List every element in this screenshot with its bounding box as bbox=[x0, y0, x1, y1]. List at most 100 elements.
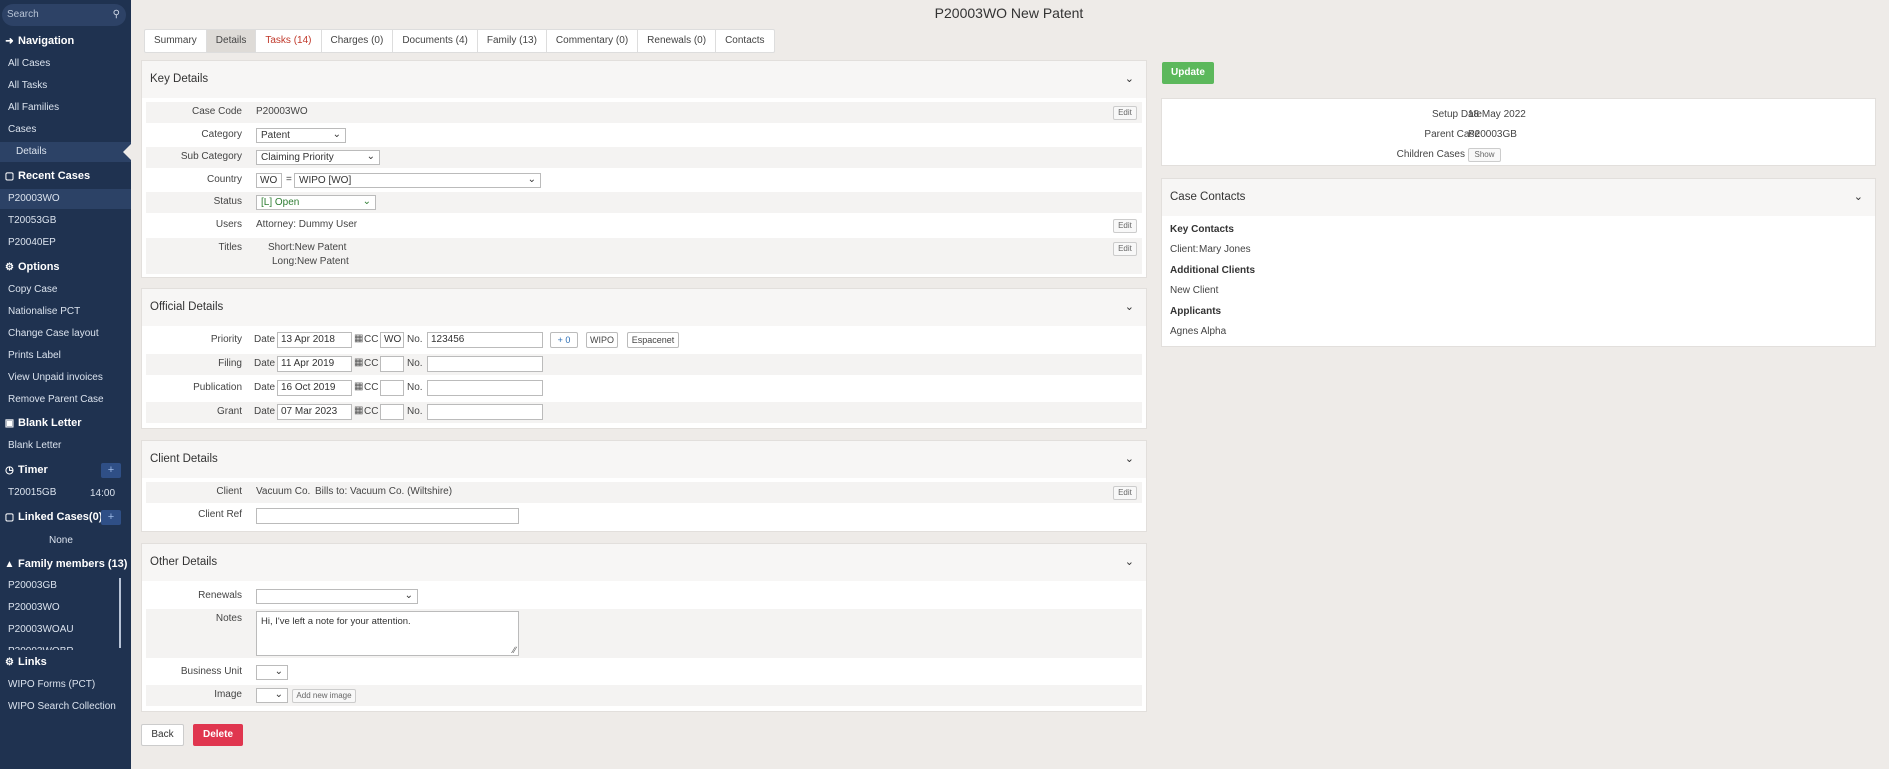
link-item[interactable]: WIPO Search Collection bbox=[0, 697, 131, 717]
calendar-icon[interactable]: ▦ bbox=[354, 357, 363, 368]
family-scrollbar[interactable] bbox=[119, 578, 121, 648]
client-ref-input[interactable] bbox=[256, 508, 519, 524]
tab-tasks[interactable]: Tasks (14) bbox=[256, 30, 322, 52]
nav-all-cases[interactable]: All Cases bbox=[0, 54, 131, 74]
date-input[interactable]: 07 Mar 2023 bbox=[277, 404, 352, 420]
option-item[interactable]: View Unpaid invoices bbox=[0, 368, 131, 388]
family-item[interactable]: P20003WOBR bbox=[0, 642, 131, 650]
chevron-down-icon[interactable]: ⌄ bbox=[1125, 544, 1134, 581]
field-label: Image bbox=[214, 689, 242, 700]
calendar-icon[interactable]: ▦ bbox=[354, 405, 363, 416]
nav-all-families[interactable]: All Families bbox=[0, 98, 131, 118]
add-priority-button[interactable]: + 0 bbox=[550, 332, 578, 348]
delete-button[interactable]: Delete bbox=[193, 724, 243, 746]
titles-row: Titles Short:New Patent Long:New Patent … bbox=[146, 238, 1142, 274]
business-unit-select[interactable]: ⌄ bbox=[256, 665, 288, 680]
status-select[interactable]: [L] Open ⌄ bbox=[256, 195, 376, 210]
renewals-select[interactable]: ⌄ bbox=[256, 589, 418, 604]
recent-case[interactable]: P20003WO bbox=[0, 189, 131, 209]
date-input[interactable]: 16 Oct 2019 bbox=[277, 380, 352, 396]
cc-input[interactable]: WO bbox=[380, 332, 404, 348]
official-details-header[interactable]: Official Details ⌄ bbox=[142, 289, 1146, 326]
chevron-down-icon[interactable]: ⌄ bbox=[1125, 61, 1134, 98]
espacenet-button[interactable]: Espacenet bbox=[627, 332, 679, 348]
key-details-panel: Key Details ⌄ Case Code P20003WO Edit Cat… bbox=[141, 60, 1147, 278]
nav-details[interactable]: Details bbox=[0, 142, 131, 162]
client-details-header[interactable]: Client Details ⌄ bbox=[142, 441, 1146, 478]
edit-button[interactable]: Edit bbox=[1113, 242, 1137, 256]
cc-input[interactable] bbox=[380, 404, 404, 420]
add-linked-button[interactable]: + bbox=[101, 510, 121, 525]
family-list[interactable]: P20003GB P20003WO P20003WOAU P20003WOBR bbox=[0, 576, 131, 650]
case-contacts-header[interactable]: Case Contacts ⌄ bbox=[1162, 179, 1875, 216]
country-code-input[interactable]: WO bbox=[256, 173, 282, 188]
subcategory-select[interactable]: Claiming Priority ⌄ bbox=[256, 150, 380, 165]
tab-charges[interactable]: Charges (0) bbox=[322, 30, 394, 52]
family-item[interactable]: P20003GB bbox=[0, 576, 131, 596]
edit-button[interactable]: Edit bbox=[1113, 486, 1137, 500]
search-icon[interactable]: ⚲ bbox=[113, 4, 120, 26]
back-button[interactable]: Back bbox=[141, 724, 184, 746]
image-select[interactable]: ⌄ bbox=[256, 688, 288, 703]
family-item[interactable]: P20003WO bbox=[0, 598, 131, 618]
cc-input[interactable] bbox=[380, 380, 404, 396]
nav-all-tasks[interactable]: All Tasks bbox=[0, 76, 131, 96]
chevron-down-icon[interactable]: ⌄ bbox=[1125, 441, 1134, 478]
recent-case[interactable]: T20053GB bbox=[0, 211, 131, 231]
number-input[interactable] bbox=[427, 356, 543, 372]
option-item[interactable]: Copy Case bbox=[0, 280, 131, 300]
tab-contacts[interactable]: Contacts bbox=[716, 30, 773, 52]
key-details-header[interactable]: Key Details ⌄ bbox=[142, 61, 1146, 98]
clock-icon: ◷ bbox=[5, 465, 14, 476]
resize-handle-icon[interactable]: ∕∕ bbox=[513, 645, 516, 655]
search-input[interactable]: Search ⚲ bbox=[2, 4, 126, 26]
chevron-down-icon[interactable]: ⌄ bbox=[1125, 289, 1134, 326]
applicant-link[interactable]: Agnes Alpha bbox=[1170, 326, 1226, 337]
tab-details[interactable]: Details bbox=[206, 30, 257, 52]
cc-input[interactable] bbox=[380, 356, 404, 372]
links-title: Links bbox=[18, 656, 47, 668]
recent-case[interactable]: P20040EP bbox=[0, 233, 131, 253]
number-input[interactable] bbox=[427, 404, 543, 420]
parent-case-link[interactable]: P20003GB bbox=[1468, 129, 1517, 140]
family-item[interactable]: P20003WOAU bbox=[0, 620, 131, 640]
calendar-icon[interactable]: ▦ bbox=[354, 381, 363, 392]
other-details-header[interactable]: Other Details ⌄ bbox=[142, 544, 1146, 581]
option-item[interactable]: Change Case layout bbox=[0, 324, 131, 344]
country-select[interactable]: WIPO [WO] ⌄ bbox=[294, 173, 541, 188]
panel-title: Client Details bbox=[150, 453, 218, 465]
option-item[interactable]: Nationalise PCT bbox=[0, 302, 131, 322]
blank-letter-item[interactable]: Blank Letter bbox=[0, 436, 131, 456]
calendar-icon[interactable]: ▦ bbox=[354, 333, 363, 344]
new-client-link[interactable]: New Client bbox=[1170, 285, 1218, 296]
tab-documents[interactable]: Documents (4) bbox=[393, 30, 478, 52]
nav-cases[interactable]: Cases bbox=[0, 120, 131, 140]
chevron-down-icon[interactable]: ⌄ bbox=[1854, 179, 1863, 216]
setup-date-value: 18 May 2022 bbox=[1468, 109, 1526, 120]
notes-textarea[interactable]: Hi, I've left a note for your attention.… bbox=[256, 611, 519, 656]
cc-label: CC bbox=[364, 406, 379, 417]
link-item[interactable]: WIPO Forms (PCT) bbox=[0, 675, 131, 695]
edit-button[interactable]: Edit bbox=[1113, 106, 1137, 120]
tab-renewals[interactable]: Renewals (0) bbox=[638, 30, 717, 52]
tab-commentary[interactable]: Commentary (0) bbox=[547, 30, 639, 52]
tab-summary[interactable]: Summary bbox=[145, 30, 207, 52]
category-select[interactable]: Patent ⌄ bbox=[256, 128, 346, 143]
edit-button[interactable]: Edit bbox=[1113, 219, 1137, 233]
option-item[interactable]: Remove Parent Case bbox=[0, 390, 131, 410]
number-input[interactable] bbox=[427, 380, 543, 396]
add-image-button[interactable]: Add new image bbox=[292, 689, 356, 703]
number-input[interactable]: 123456 bbox=[427, 332, 543, 348]
show-children-button[interactable]: Show bbox=[1468, 148, 1501, 162]
wipo-button[interactable]: WIPO bbox=[586, 332, 618, 348]
date-input[interactable]: 13 Apr 2018 bbox=[277, 332, 352, 348]
date-input[interactable]: 11 Apr 2019 bbox=[277, 356, 352, 372]
gear-icon: ⚙ bbox=[5, 657, 14, 668]
update-button[interactable]: Update bbox=[1162, 62, 1214, 84]
add-timer-button[interactable]: + bbox=[101, 463, 121, 478]
folder-icon: ▢ bbox=[4, 512, 15, 523]
option-item[interactable]: Prints Label bbox=[0, 346, 131, 366]
tab-family[interactable]: Family (13) bbox=[478, 30, 547, 52]
options-section: ⚙ Options bbox=[0, 257, 131, 277]
client-contact-link[interactable]: Mary Jones bbox=[1199, 244, 1251, 255]
